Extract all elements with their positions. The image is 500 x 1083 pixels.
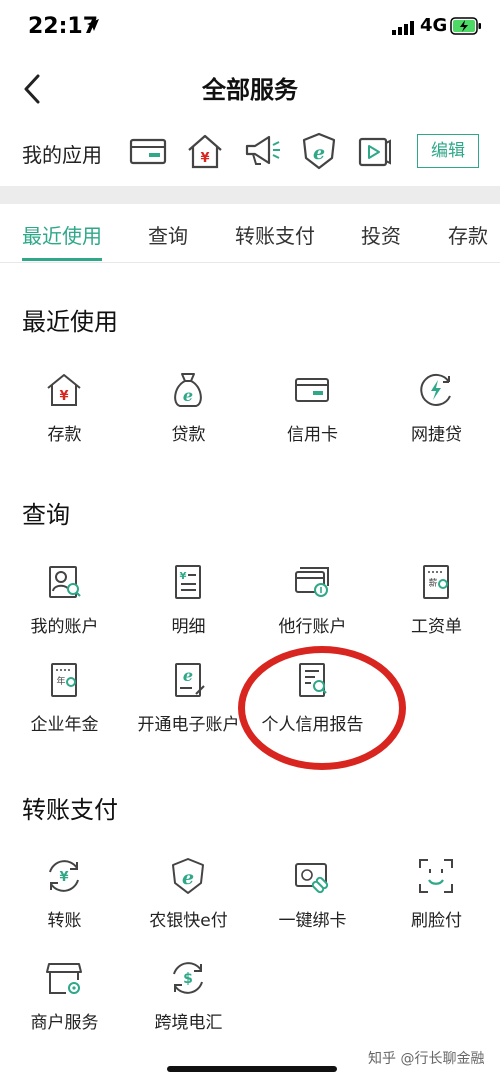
- service-deposit[interactable]: ¥ 存款: [2, 370, 127, 460]
- svg-text:薪: 薪: [428, 577, 437, 589]
- service-abc-quick-e-pay[interactable]: e 农银快e付: [126, 856, 251, 946]
- active-tab-indicator: [22, 258, 102, 261]
- svg-text:e: e: [183, 666, 193, 685]
- network-type: 4G: [420, 15, 448, 36]
- service-label: 转账: [47, 911, 82, 931]
- service-label: 商户服务: [30, 1013, 99, 1033]
- yen-list-icon: ¥: [175, 565, 201, 599]
- lightning-icon: [420, 373, 451, 406]
- service-label: 他行账户: [278, 617, 347, 637]
- house-yen-icon: ¥: [47, 374, 81, 406]
- service-label: 刷脸付: [411, 911, 462, 931]
- remittance-icon: $: [173, 962, 203, 994]
- svg-text:¥: ¥: [180, 571, 187, 582]
- service-label: 明细: [171, 617, 206, 637]
- battery-charging-icon: [450, 17, 481, 35]
- svg-text:e: e: [313, 142, 325, 164]
- tab-transfer-payment[interactable]: 转账支付: [235, 220, 315, 249]
- service-my-account[interactable]: 我的账户: [2, 562, 127, 652]
- service-transfer[interactable]: ¥ 转账: [2, 856, 127, 946]
- service-payslip[interactable]: 薪 工资单: [374, 562, 499, 652]
- service-open-e-account[interactable]: e 开通电子账户: [126, 660, 251, 750]
- transfer-icon: ¥: [49, 860, 79, 892]
- salary-icon: 薪: [423, 565, 449, 599]
- shop-icon: [46, 963, 82, 994]
- service-other-bank-account[interactable]: 他行账户: [250, 562, 375, 652]
- video-icon[interactable]: [354, 131, 394, 171]
- edit-button[interactable]: 编辑: [417, 134, 479, 168]
- service-label: 信用卡: [287, 425, 338, 445]
- bind-card-icon: [295, 863, 329, 894]
- tabs-divider: [0, 262, 500, 263]
- service-label: 网捷贷: [411, 425, 462, 445]
- signal-icon: [392, 21, 414, 35]
- service-label: 开通电子账户: [137, 715, 240, 735]
- service-label: 农银快e付: [149, 911, 228, 931]
- service-label: 一键绑卡: [278, 911, 347, 931]
- service-loan[interactable]: e 贷款: [126, 370, 251, 460]
- service-label: 存款: [47, 425, 82, 445]
- watermark: 知乎 @行长聊金融: [368, 1051, 485, 1067]
- location-arrow-icon: [87, 19, 99, 31]
- cards-icon: [295, 567, 329, 597]
- face-pay-icon: [419, 859, 453, 893]
- svg-text:¥: ¥: [59, 870, 68, 885]
- svg-text:e: e: [183, 386, 193, 405]
- svg-text:$: $: [183, 971, 193, 987]
- back-arrow-icon[interactable]: [18, 72, 48, 106]
- service-cross-border-remittance[interactable]: $ 跨境电汇: [126, 958, 251, 1048]
- service-label: 企业年金: [30, 715, 99, 735]
- shield-e-icon: e: [172, 858, 204, 894]
- page-title: 全部服务: [202, 76, 298, 104]
- house-yen-icon[interactable]: ¥: [185, 131, 225, 171]
- money-bag-icon: e: [174, 373, 202, 407]
- annuity-icon: 年: [51, 663, 77, 697]
- service-merchant[interactable]: 商户服务: [2, 958, 127, 1048]
- home-indicator[interactable]: [167, 1066, 337, 1072]
- service-one-click-bind-card[interactable]: 一键绑卡: [250, 856, 375, 946]
- section-divider: [0, 186, 500, 204]
- svg-text:e: e: [182, 867, 194, 889]
- svg-text:¥: ¥: [59, 389, 68, 404]
- card-icon: [295, 378, 329, 402]
- e-account-icon: e: [175, 663, 205, 697]
- shield-e-icon[interactable]: e: [299, 131, 339, 171]
- section-title-query: 查询: [22, 501, 70, 529]
- account-search-icon: [49, 566, 81, 598]
- highlight-annotation-circle: [238, 646, 406, 770]
- service-label: 工资单: [411, 617, 462, 637]
- service-enterprise-annuity[interactable]: 年 企业年金: [2, 660, 127, 750]
- tab-invest[interactable]: 投资: [361, 220, 401, 249]
- my-apps-label: 我的应用: [22, 143, 102, 167]
- service-credit-card[interactable]: 信用卡: [250, 370, 375, 460]
- tab-query[interactable]: 查询: [148, 220, 188, 249]
- svg-text:¥: ¥: [200, 151, 209, 166]
- tab-recent[interactable]: 最近使用: [22, 220, 102, 249]
- svg-text:年: 年: [56, 675, 65, 687]
- section-title-recent: 最近使用: [22, 308, 118, 336]
- megaphone-icon[interactable]: [243, 131, 283, 171]
- card-icon[interactable]: [128, 131, 168, 171]
- service-label: 我的账户: [30, 617, 99, 637]
- service-details[interactable]: ¥ 明细: [126, 562, 251, 652]
- service-label: 贷款: [171, 425, 206, 445]
- service-label: 跨境电汇: [154, 1013, 223, 1033]
- status-bar: 22:17 4G: [0, 0, 500, 60]
- tab-deposit[interactable]: 存款: [448, 220, 488, 249]
- service-face-pay[interactable]: 刷脸付: [374, 856, 499, 946]
- section-title-transfer-payment: 转账支付: [22, 796, 118, 824]
- service-quick-loan[interactable]: 网捷贷: [374, 370, 499, 460]
